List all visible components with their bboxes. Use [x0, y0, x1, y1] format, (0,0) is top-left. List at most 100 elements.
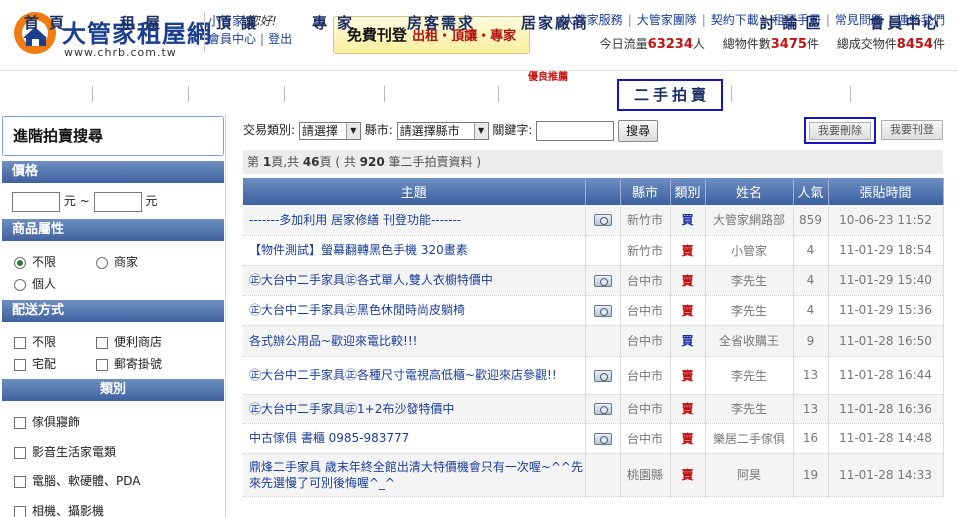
nav-expert[interactable]: 專家 [290, 8, 374, 38]
category-option-av-appliances[interactable]: 影音生活家電類 [14, 443, 116, 461]
attr-option-merchant[interactable]: 商家 [96, 253, 138, 271]
row-photo-cell [585, 205, 621, 236]
table-row[interactable]: ㊣大台中二手家具㊣黑色休閒時尚皮躺椅 台中市賣李先生 4 11-01-29 15:36 [243, 295, 944, 326]
price-max-input[interactable] [93, 191, 142, 212]
post-listing-button[interactable]: 我要刊登 [881, 120, 943, 140]
camera-icon [593, 403, 612, 415]
table-row[interactable]: 【物件測試】螢幕翻轉黑色手機 320畫素 新竹市賣小管家 4 11-01-29 18:… [243, 235, 944, 266]
row-time: 11-01-28 14:48 [828, 423, 944, 454]
row-time: 11-01-28 16:44 [828, 356, 944, 395]
nav-home-vendors[interactable]: 居家廠商 [506, 8, 602, 38]
nav-rent[interactable]: 租屋 [100, 8, 180, 38]
row-city: 台中市 [620, 265, 671, 296]
radio-button[interactable] [14, 256, 26, 269]
delivery-option-any[interactable]: 不限 [14, 333, 56, 351]
delivery-option-convenience-store[interactable]: 便利商店 [96, 333, 162, 351]
nav-separator [92, 86, 93, 102]
stat-today-unit: 人 [692, 37, 705, 51]
row-time: 10-06-23 11:52 [828, 205, 944, 236]
delivery-option-label: 便利商店 [114, 335, 163, 349]
top-link-team[interactable]: 大管家團隊 [637, 13, 697, 27]
delivery-option-home[interactable]: 宅配 [14, 355, 56, 373]
delete-listing-button[interactable]: 我要刪除 [809, 122, 871, 140]
nav-member-center[interactable]: 會員中心 [858, 8, 950, 38]
delete-listing-button-highlight[interactable]: 我要刪除 [804, 117, 876, 144]
row-title-link[interactable]: ㊣大台中二手家具㊣黑色休閒時尚皮躺椅 [243, 295, 586, 326]
stat-total-unit: 件 [806, 37, 819, 51]
checkbox[interactable] [14, 505, 26, 517]
nav-second-hand-auction[interactable]: 二手拍賣 [617, 79, 723, 111]
table-row[interactable]: 鼎烽二手家具 歲末年終全館出清大特價機會只有一次喔~^^先來先選慢了可別後悔喔^… [243, 453, 944, 497]
table-row[interactable]: -------多加利用 居家修繕 刊登功能------- 新竹市買大管家網路部 85… [243, 205, 944, 236]
row-title-link[interactable]: 鼎烽二手家具 歲末年終全館出清大特價機會只有一次喔~^^先來先選慢了可別後悔喔^… [243, 453, 586, 497]
row-city: 桃園縣 [620, 453, 671, 497]
checkbox[interactable] [96, 358, 108, 371]
row-city: 新竹市 [620, 235, 671, 266]
row-photo-cell [585, 394, 621, 424]
category-option-computers[interactable]: 電腦、軟硬體、PDA [14, 472, 140, 490]
table-row[interactable]: 中古傢俱 書櫃 0985-983777 台中市賣樂居二手傢俱 16 11-01-28 … [243, 423, 944, 454]
stat-deal-unit: 件 [932, 37, 945, 51]
row-title-link[interactable]: ㊣大台中二手家具㊣1+2布沙發特價中 [243, 394, 586, 424]
radio-button[interactable] [14, 278, 26, 291]
row-time: 11-01-28 16:36 [828, 394, 944, 424]
nav-forum[interactable]: 討論區 [738, 8, 842, 38]
page-info-prefix: 第 [247, 155, 263, 169]
row-views: 859 [793, 205, 829, 236]
row-city: 台中市 [620, 394, 671, 424]
table-row[interactable]: 各式辦公用品~歡迎來電比較!!! 台中市買全省收購王 9 11-01-28 16:50 [243, 325, 944, 357]
row-photo-cell [585, 325, 621, 357]
checkbox[interactable] [14, 446, 26, 459]
delivery-option-label: 不限 [32, 335, 57, 349]
camera-icon [593, 214, 612, 227]
row-title-link[interactable]: -------多加利用 居家修繕 刊登功能------- [243, 205, 586, 236]
checkbox[interactable] [96, 336, 108, 349]
attr-option-label: 商家 [114, 255, 139, 269]
row-title-link[interactable]: ㊣大台中二手家具㊣各種尺寸電視高低櫃~歡迎來店參觀!! [243, 356, 586, 395]
trade-type-select[interactable]: 請選擇 ▼ [298, 121, 361, 140]
row-time: 11-01-29 15:40 [828, 265, 944, 296]
search-button[interactable]: 搜尋 [618, 119, 659, 142]
page-info-suffix: 筆二手拍賣資料 ) [384, 155, 482, 169]
price-min-input[interactable] [12, 191, 60, 212]
checkbox[interactable] [14, 475, 26, 488]
search-bar: 交易類別: 請選擇 ▼ 縣市: 請選擇縣市 ▼ 關鍵字: 搜尋 [243, 118, 659, 144]
stat-today-label: 今日流量 [599, 37, 648, 51]
nav-separator [284, 86, 285, 102]
category-option-furniture[interactable]: 傢俱寢飾 [14, 413, 80, 431]
table-row[interactable]: ㊣大台中二手家具㊣1+2布沙發特價中 台中市賣李先生 13 11-01-28 16:3… [243, 394, 944, 424]
checkbox[interactable] [14, 358, 26, 371]
row-name: 全省收購王 [705, 325, 794, 357]
attr-option-personal[interactable]: 個人 [14, 275, 56, 293]
trade-type-value: 請選擇 [301, 123, 338, 138]
attr-option-any[interactable]: 不限 [14, 253, 56, 271]
row-city: 台中市 [620, 325, 671, 357]
row-title-link[interactable]: 【物件測試】螢幕翻轉黑色手機 320畫素 [243, 235, 586, 266]
city-select[interactable]: 請選擇縣市 ▼ [396, 121, 489, 140]
checkbox[interactable] [14, 336, 26, 349]
nav-transfer[interactable]: 頂讓 [196, 8, 276, 38]
row-views: 13 [793, 356, 829, 395]
row-title-link[interactable]: 中古傢俱 書櫃 0985-983777 [243, 423, 586, 454]
checkbox[interactable] [14, 416, 26, 429]
nav-tenant-needs[interactable]: 房客需求 [392, 8, 488, 38]
stat-total-value: 3475 [770, 37, 807, 52]
keyword-input[interactable] [536, 120, 615, 141]
table-row[interactable]: ㊣大台中二手家具㊣各式單人,雙人衣櫥特價中 台中市賣李先生 4 11-01-29 15… [243, 265, 944, 296]
city-label: 縣市: [364, 123, 393, 137]
stat-deal-value: 8454 [896, 37, 933, 52]
table-row[interactable]: ㊣大台中二手家具㊣各種尺寸電視高低櫃~歡迎來店參觀!! 台中市賣李先生 13 11-0… [243, 356, 944, 395]
radio-button[interactable] [96, 256, 108, 269]
row-type: 賣 [670, 235, 706, 266]
delivery-option-registered-mail[interactable]: 郵寄掛號 [96, 355, 162, 373]
row-title-link[interactable]: 各式辦公用品~歡迎來電比較!!! [243, 325, 586, 357]
row-type: 賣 [670, 295, 706, 326]
nav-home[interactable]: 首頁 [4, 8, 84, 38]
advanced-search-sidebar: 進階拍賣搜尋 價格 元 ~ 元 商品屬性 不限 商家 個人 配送方式 不限 便利… [0, 114, 226, 517]
nav-separator [731, 86, 732, 102]
main-nav [0, 70, 957, 114]
row-title-link[interactable]: ㊣大台中二手家具㊣各式單人,雙人衣櫥特價中 [243, 265, 586, 296]
row-type: 買 [670, 205, 706, 236]
category-option-cameras[interactable]: 相機、攝影機 [14, 502, 104, 517]
pagination-info: 第 1頁,共 46頁 ( 共 920 筆二手拍賣資料 ) [243, 150, 943, 174]
